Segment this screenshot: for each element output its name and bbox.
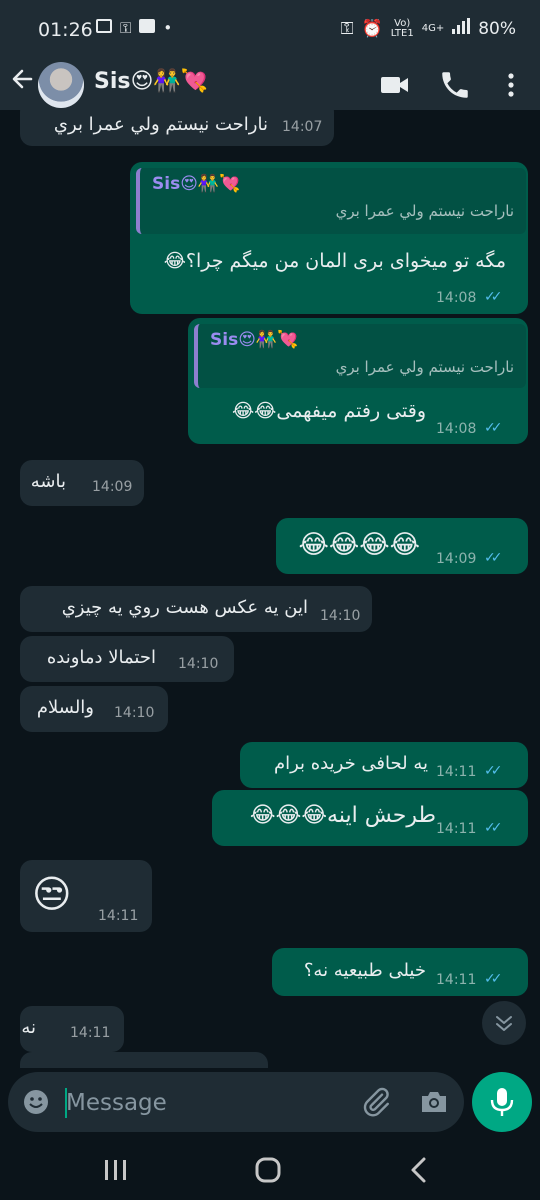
contact-name[interactable]: Sis😍👫💘: [94, 69, 208, 94]
notification-icons: ⚿ •: [96, 19, 172, 37]
message-time: 14:10: [320, 608, 361, 624]
system-navigation-bar: [0, 1140, 540, 1200]
message-time: 14:11: [436, 821, 477, 837]
message-time: 14:09: [92, 479, 133, 495]
camera-icon[interactable]: [418, 1087, 450, 1117]
read-ticks-icon: ✓✓: [484, 420, 503, 436]
message-outgoing[interactable]: یه لحافی خریده برام 14:11 ✓✓: [240, 742, 528, 788]
read-ticks-icon: ✓✓: [484, 971, 503, 987]
status-time: 01:26: [38, 19, 93, 41]
system-icons: ⚿ ⏰ Vo) LTE1 4G+ 80%: [341, 18, 516, 39]
quoted-message[interactable]: Sis😍👫💘 ناراحت نيستم ولي عمرا بري: [194, 324, 526, 388]
message-outgoing-reply[interactable]: Sis😍👫💘 ناراحت نيستم ولي عمرا بري وقتی رف…: [188, 318, 528, 444]
read-ticks-icon: ✓✓: [484, 820, 503, 836]
quoted-text: ناراحت نيستم ولي عمرا بري: [335, 358, 514, 376]
message-text: وقتی رفتم میفهمی😂😂: [231, 400, 426, 422]
volte-icon: Vo) LTE1: [390, 17, 414, 39]
message-composer: [8, 1072, 464, 1132]
network-type: 4G+: [421, 23, 445, 34]
message-text: باشه: [30, 471, 66, 492]
text-caret: [65, 1088, 67, 1118]
quoted-text: ناراحت نيستم ولي عمرا بري: [335, 202, 514, 220]
back-arrow-icon[interactable]: [8, 66, 36, 99]
message-time: 14:10: [178, 656, 219, 672]
message-text: خیلی طبیعیه نه؟: [303, 960, 426, 981]
message-text: ناراحت نيستم ولي عمرا بري: [53, 114, 268, 135]
message-time: 14:11: [436, 972, 477, 988]
dot-icon: •: [163, 19, 173, 37]
message-incoming[interactable]: باشه 14:09: [20, 460, 144, 506]
avatar[interactable]: [38, 62, 84, 108]
message-outgoing-reply[interactable]: Sis😍👫💘 ناراحت نيستم ولي عمرا بري مگه تو …: [130, 162, 528, 314]
carrier-label: LTE1: [390, 27, 414, 39]
read-ticks-icon: ✓✓: [484, 763, 503, 779]
message-text: 😂😂😂😂: [298, 530, 420, 560]
gallery-icon: [96, 19, 112, 33]
battery-level: 80%: [478, 18, 516, 39]
voice-message-button[interactable]: [472, 1072, 532, 1132]
message-outgoing[interactable]: 😂😂😂😂 14:09 ✓✓: [276, 518, 528, 574]
message-text: اين يه عكس هست روي يه چيزي: [61, 597, 308, 618]
message-incoming[interactable]: والسلام 14:10: [20, 686, 168, 732]
youtube-icon: [139, 19, 156, 33]
signal-icon: [452, 18, 471, 39]
quoted-sender: Sis😍👫💘: [152, 174, 241, 194]
status-bar: 01:26 ⚿ • ⚿ ⏰ Vo) LTE1 4G+ 80%: [0, 0, 540, 60]
message-time: 14:11: [98, 908, 139, 924]
message-text: والسلام: [36, 697, 94, 718]
message-time: 14:08: [436, 421, 477, 437]
microphone-icon: [490, 1088, 514, 1116]
read-ticks-icon: ✓✓: [484, 550, 503, 566]
emoji-icon[interactable]: [22, 1088, 50, 1116]
alarm-icon: ⏰: [361, 18, 383, 39]
message-text: مگه تو میخوای بری المان من میگم چرا؟😂: [163, 250, 506, 272]
message-incoming[interactable]: 😒 14:11: [20, 860, 152, 932]
message-time: 14:09: [436, 551, 477, 567]
message-time: 14:08: [436, 290, 477, 306]
message-text: طرحش اینه😂😂😂: [249, 803, 436, 828]
chat-header: Sis😍👫💘: [0, 60, 540, 110]
read-ticks-icon: ✓✓: [484, 289, 503, 305]
message-incoming[interactable]: اين يه عكس هست روي يه چيزي 14:10: [20, 586, 372, 632]
message-text: نه: [21, 1017, 36, 1038]
recent-apps-icon[interactable]: [102, 1158, 130, 1186]
message-incoming[interactable]: ناراحت نيستم ولي عمرا بري 14:07: [20, 110, 334, 146]
message-incoming[interactable]: نه 14:11: [20, 1006, 124, 1052]
chat-area[interactable]: ناراحت نيستم ولي عمرا بري 14:07 Sis😍👫💘 ن…: [0, 110, 540, 1068]
message-time: 14:07: [282, 119, 323, 135]
message-outgoing[interactable]: طرحش اینه😂😂😂 14:11 ✓✓: [212, 790, 528, 846]
voice-call-icon[interactable]: [438, 68, 472, 102]
message-text: احتمالا دماونده: [46, 647, 156, 668]
home-icon[interactable]: [254, 1156, 282, 1188]
message-text: یه لحافی خریده برام: [273, 753, 428, 774]
message-incoming[interactable]: احتمالا دماونده 14:10: [20, 636, 234, 682]
message-time: 14:11: [436, 764, 477, 780]
key-icon: ⚿: [120, 19, 132, 37]
quoted-message[interactable]: Sis😍👫💘 ناراحت نيستم ولي عمرا بري: [136, 168, 526, 234]
message-time: 14:10: [114, 705, 155, 721]
message-input[interactable]: [64, 1082, 358, 1124]
more-options-icon[interactable]: [496, 68, 526, 102]
message-incoming-partial[interactable]: [20, 1052, 268, 1068]
scroll-to-bottom-button[interactable]: [482, 1001, 526, 1045]
attach-icon[interactable]: [360, 1086, 392, 1118]
quoted-sender: Sis😍👫💘: [210, 330, 299, 350]
message-outgoing[interactable]: خیلی طبیعیه نه؟ 14:11 ✓✓: [272, 948, 528, 996]
message-text: 😒: [32, 872, 72, 916]
back-nav-icon[interactable]: [406, 1156, 432, 1188]
message-time: 14:11: [70, 1025, 111, 1041]
vpn-key-icon: ⚿: [340, 18, 354, 39]
video-call-icon[interactable]: [378, 68, 412, 102]
